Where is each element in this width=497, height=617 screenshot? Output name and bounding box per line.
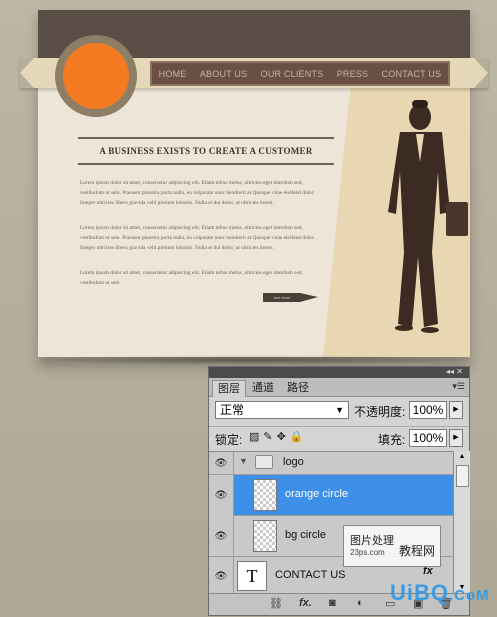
nav-contact-us[interactable]: CONTACT US: [382, 69, 442, 79]
lock-label: 锁定:: [215, 433, 243, 447]
folder-icon: [255, 455, 273, 469]
layer-name: CONTACT US: [275, 569, 346, 581]
expand-triangle-icon[interactable]: ▼: [239, 456, 248, 466]
layers-list: 👁 ▼ logo orange circle 👁 👁 bg circle 👁 T…: [209, 451, 453, 595]
layers-scrollbar[interactable]: ▲ ▼: [453, 451, 470, 594]
layer-row-orange-circle[interactable]: orange circle: [233, 475, 453, 516]
see-more-button[interactable]: see more: [263, 293, 301, 302]
link-icon[interactable]: ⛓: [269, 597, 283, 610]
dropdown-arrow-icon: ▼: [335, 405, 344, 415]
layer-name: orange circle: [285, 488, 348, 500]
lock-row: 锁定: ▨✎✥🔒 填充: 100% ▶: [209, 426, 469, 451]
nav-press[interactable]: PRESS: [337, 69, 369, 79]
layer-thumbnail: [253, 479, 277, 511]
visibility-eye-icon[interactable]: 👁: [209, 516, 234, 556]
panel-titlebar[interactable]: ◂◂ ✕: [209, 367, 469, 378]
watermark-uibq: UiBQ.CoM: [390, 580, 490, 606]
paragraph: Lorem ipsum dolor sit amet, consectetur …: [80, 180, 315, 206]
tab-layers[interactable]: 图层: [212, 380, 246, 397]
layers-panel: ◂◂ ✕ 图层 通道 路径 ▾☰ 正常 ▼ 不透明度: 100% ▶ 锁定: ▨…: [208, 366, 470, 616]
visibility-eye-icon[interactable]: 👁: [209, 557, 234, 595]
nav-home[interactable]: HOME: [159, 69, 187, 79]
visibility-eye-icon[interactable]: 👁: [209, 452, 234, 474]
nav-our-clients[interactable]: OUR CLIENTS: [261, 69, 324, 79]
scroll-thumb[interactable]: [456, 465, 469, 487]
headline-rule-bottom: [78, 163, 334, 165]
blend-row: 正常 ▼ 不透明度: 100% ▶: [209, 398, 469, 424]
nav-about-us[interactable]: ABOUT US: [200, 69, 247, 79]
paragraph: Lorem ipsum dolor sit amet, consectetur …: [80, 270, 303, 286]
logo-orange-circle: [63, 43, 129, 109]
watermark-23ps: 图片处理 23ps.com 教程网: [343, 525, 441, 567]
side-panel: [352, 62, 470, 357]
fill-input[interactable]: 100%: [409, 429, 447, 447]
paragraph: Lorem ipsum dolor sit amet, consectetur …: [80, 225, 315, 251]
watermark-brand-suffix: .CoM: [449, 587, 490, 604]
blend-mode-select[interactable]: 正常 ▼: [215, 401, 349, 419]
visibility-eye-icon[interactable]: 👁: [209, 475, 234, 515]
opacity-input[interactable]: 100%: [409, 401, 447, 419]
layer-thumbnail: [253, 520, 277, 552]
panel-menu-icon[interactable]: ▾☰: [452, 381, 465, 392]
fx-icon[interactable]: fx.: [299, 597, 312, 609]
watermark-text: 教程网: [399, 544, 436, 558]
lock-icons[interactable]: ▨✎✥🔒: [249, 430, 308, 443]
panel-tabs: 图层 通道 路径 ▾☰: [209, 378, 469, 397]
headline: A BUSINESS EXISTS TO CREATE A CUSTOMER: [99, 146, 313, 156]
layer-row-logo[interactable]: 👁 ▼ logo: [209, 452, 453, 475]
text-layer-thumbnail: T: [237, 561, 267, 591]
opacity-slider-button[interactable]: ▶: [449, 401, 463, 419]
collapse-icon[interactable]: ◂◂ ✕: [446, 367, 463, 376]
adjustment-icon[interactable]: ◐: [357, 597, 364, 609]
watermark-brand: UiBQ: [390, 580, 449, 605]
fill-label: 填充:: [378, 433, 406, 447]
fill-slider-button[interactable]: ▶: [449, 429, 463, 447]
arrow-icon: [300, 293, 318, 302]
tab-channels[interactable]: 通道: [247, 380, 279, 396]
layer-name: bg circle: [285, 529, 326, 541]
site-nav: HOME ABOUT US OUR CLIENTS PRESS CONTACT …: [150, 61, 450, 86]
tab-paths[interactable]: 路径: [282, 380, 314, 396]
headline-rule-top: [78, 137, 334, 139]
mask-icon[interactable]: ◙: [329, 597, 336, 609]
blend-mode-value: 正常: [220, 403, 245, 417]
opacity-label: 不透明度:: [354, 405, 406, 419]
watermark-text: 23ps.com: [350, 548, 385, 557]
layer-name: logo: [283, 456, 304, 468]
businessman-illustration: [388, 100, 468, 333]
scroll-up-icon[interactable]: ▲: [454, 451, 470, 463]
watermark-text: 图片处理: [350, 535, 394, 547]
